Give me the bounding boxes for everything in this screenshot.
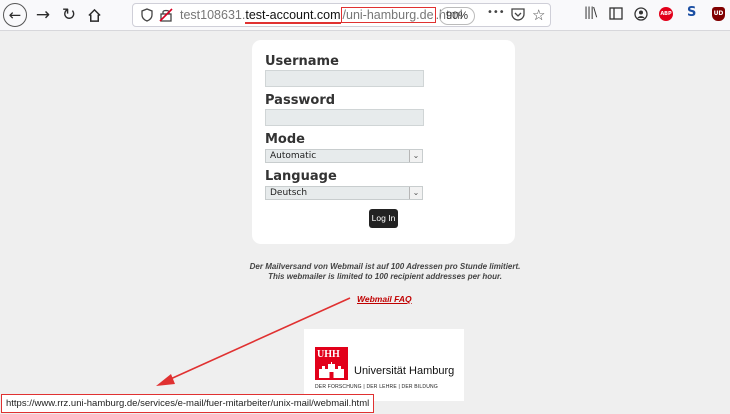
status-bar-url: https://www.rrz.uni-hamburg.de/services/… xyxy=(1,394,375,413)
annotation-arrow xyxy=(156,297,351,386)
